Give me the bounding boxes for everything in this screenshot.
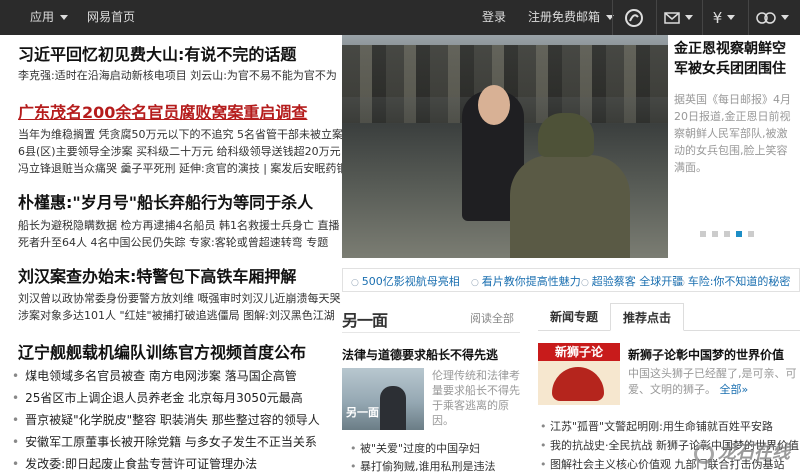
netease-logo-button[interactable]	[612, 0, 656, 35]
register-label: 注册免费邮箱	[528, 10, 601, 24]
headline-subline[interactable]: 李克强:适时在沿海启动新核电项目 刘云山:为官不易不能为官不为	[18, 67, 337, 83]
user-menu-button[interactable]	[750, 0, 794, 35]
promo-links-bar: 500亿影视航母亮相 看片教你提高性魅力 超验蔡客 全球开疆 车险:你不知道的秘…	[342, 268, 800, 292]
top-nav-bar: 应用 网易首页 登录 注册免费邮箱 ¥	[0, 0, 800, 35]
app-menu-label: 应用	[30, 10, 55, 24]
login-link[interactable]: 登录	[482, 0, 506, 35]
list-item[interactable]: 江苏"孤晋"文警起明刚:用生命铺就百姓平安路	[540, 418, 773, 434]
tab-news-topics[interactable]: 新闻专题	[538, 303, 610, 331]
carousel-dot[interactable]	[700, 231, 706, 237]
hero-photo[interactable]	[342, 35, 668, 258]
headline-subline[interactable]: 当年为维稳搁置 凭贪腐50万元以下的不追究 5名省管干部未被立案	[18, 126, 343, 142]
mail-icon	[663, 11, 680, 24]
home-link[interactable]: 网易首页	[87, 0, 135, 35]
photo-background-crowd	[342, 45, 668, 71]
headline-link[interactable]: 习近平回忆初见费大山:有说不完的话题	[18, 41, 296, 65]
promo-link[interactable]: 看片教你提高性魅力	[471, 273, 581, 289]
recommend-title[interactable]: 新狮子论彰中国梦的世界价值	[628, 346, 784, 363]
headline-subline[interactable]: 6县(区)主要领导全涉案 买科级二十万元 给科级领导送钱超20万元	[18, 143, 341, 159]
read-all-link[interactable]: 阅读全部	[470, 310, 514, 326]
user-icon	[755, 11, 776, 24]
chevron-down-icon	[60, 15, 69, 20]
hero-summary: 据英国《每日邮报》4月20日报道,金正恩日前视察朝鲜人民军部队,被激动的女兵包围…	[674, 93, 791, 174]
promo-link[interactable]: 超验蔡客 全球开疆	[581, 273, 684, 289]
headline-subline[interactable]: 刘汉曾以政协常委身份要警方放刘维 嘅强审时刘汉儿近崩溃每天哭	[18, 290, 341, 306]
headline-link[interactable]: 辽宁舰舰载机编队训练官方视频首度公布	[18, 339, 306, 363]
list-item[interactable]: 暴打偷狗贼,谁用私刑是违法	[350, 458, 496, 474]
hero-caption-panel: 金正恩视察朝鲜空军被女兵团团围住 据英国《每日邮报》4月20日报道,金正恩日前视…	[668, 35, 800, 258]
carousel-indicators	[700, 231, 780, 239]
carousel-dot[interactable]	[724, 231, 730, 237]
news-list-item[interactable]: 发改委:即日起废止食盐专营许可证管理办法	[12, 455, 257, 472]
recommend-desc-text: 中国这头狮子已经醒了,是可亲、可爱、文明的狮子。	[628, 367, 797, 396]
chevron-down-icon	[727, 15, 736, 20]
recommend-desc: 中国这头狮子已经醒了,是可亲、可爱、文明的狮子。 全部»	[628, 366, 798, 398]
headline-subline[interactable]: 涉案对象多达101人 "红娃"被捕打破追逃僵局 图解:刘汉黑色江湖	[18, 307, 335, 323]
thumbnail-label: 新狮子论	[538, 343, 620, 361]
headline-link[interactable]: 广东茂名200余名官员腐败窝案重启调查	[18, 99, 307, 123]
photo-figure	[478, 85, 510, 125]
thumbnail-tag: 另一面	[346, 406, 379, 419]
watermark-text: 龙石在线	[718, 442, 790, 463]
netease-logo-icon	[625, 8, 643, 27]
lingyimian-title[interactable]: 法律与道德要求船长不得先逃	[342, 346, 498, 363]
chevron-down-icon	[780, 15, 789, 20]
chevron-down-icon	[684, 15, 693, 20]
carousel-dot[interactable]	[712, 231, 718, 237]
promo-link[interactable]: 车险:你不知道的秘密	[677, 273, 791, 289]
lingyimian-logo[interactable]: 另一面	[342, 307, 390, 330]
divider	[748, 0, 749, 35]
lingyimian-desc: 伦理传统和法律考量要求船长不得先于乘客逃离的原因。	[432, 369, 520, 427]
carousel-dot[interactable]	[748, 231, 754, 237]
headline-subline[interactable]: 死者升至64人 4名中国公民仍失踪 专家:客轮或曾超速转弯 专题	[18, 234, 328, 250]
photo-figure	[538, 113, 594, 157]
headline-link[interactable]: 朴槿惠:"岁月号"船长弃船行为等同于杀人	[18, 189, 313, 213]
promo-link[interactable]: 500亿影视航母亮相	[351, 273, 460, 289]
lingyimian-thumbnail[interactable]: 另一面	[342, 368, 424, 430]
register-mail-button[interactable]: 注册免费邮箱	[528, 0, 615, 35]
lion-illustration	[552, 367, 604, 401]
headline-column: 习近平回忆初见费大山:有说不完的话题 李克强:适时在沿海启动新核电项目 刘云山:…	[0, 35, 347, 475]
app-menu-button[interactable]: 应用	[30, 0, 69, 35]
list-item[interactable]: 被"关爱"过度的中国孕妇	[350, 440, 480, 456]
thumbnail-figure	[380, 386, 406, 430]
watermark: 龙石在线	[694, 438, 798, 470]
headline-subline[interactable]: 船长为避税隐瞒数据 检方再逮捕4名船员 韩1名救援士兵身亡 直播	[18, 217, 340, 233]
photo-figure	[510, 155, 630, 258]
tab-recommended[interactable]: 推荐点击	[610, 303, 684, 331]
hero-title[interactable]: 金正恩视察朝鲜空军被女兵团团围住	[674, 39, 796, 79]
news-list-item[interactable]: 晋京被疑"化学脱皮"整容 职装消失 那些整过容的领导人	[12, 411, 320, 428]
mail-menu-button[interactable]	[656, 0, 700, 35]
yuan-icon: ¥	[712, 8, 723, 27]
payment-menu-button[interactable]: ¥	[702, 0, 746, 35]
carousel-dot-active[interactable]	[736, 231, 742, 237]
news-list-item[interactable]: 25省区市上调企退人员养老金 北京每月3050元最高	[12, 389, 303, 406]
news-list-item[interactable]: 煤电领域多名官员被查 南方电网涉案 落马国企高管	[12, 367, 297, 384]
more-link[interactable]: 全部»	[720, 383, 749, 396]
recommend-thumbnail[interactable]: 新狮子论	[538, 343, 620, 405]
news-list-item[interactable]: 安徽军工原董事长被开除党籍 与多女子发生不正当关系	[12, 433, 317, 450]
section-divider	[342, 332, 520, 333]
headline-subline[interactable]: 冯立锋退赃当众痛哭 羹子平死刑 延伸:贪官的演技 | 案发后安眠药铜	[18, 160, 347, 176]
headline-link[interactable]: 刘汉案查办始末:特警包下高铁车厢押解	[18, 263, 296, 287]
recommend-tabs: 新闻专题 推荐点击	[538, 303, 800, 331]
